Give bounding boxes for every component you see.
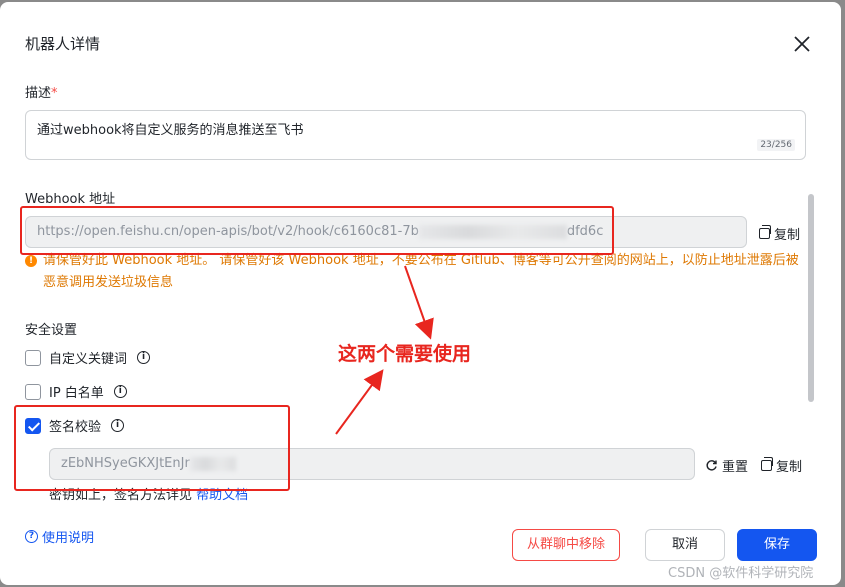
description-label: 描述* [25, 86, 58, 101]
description-value: 通过webhook将自定义服务的消息推送至飞书 [37, 123, 304, 138]
help-doc-link[interactable]: 帮助文档 [196, 488, 248, 503]
webhook-copy-button[interactable]: 复制 [759, 224, 800, 243]
warning-text: 请保管好此 Webhook 地址。 请保管好该 Webhook 地址，不要公布在… [43, 253, 799, 290]
question-icon: ? [25, 530, 38, 543]
annotation-text: 这两个需要使用 [338, 343, 472, 365]
keyword-checkbox[interactable] [25, 349, 41, 366]
webhook-url-suffix: dfd6c [566, 224, 604, 239]
warning-icon: ! [25, 255, 37, 267]
secret-copy-button[interactable]: 复制 [761, 456, 802, 475]
option-ip-whitelist[interactable]: IP 白名单 i [25, 382, 127, 401]
scrollbar-thumb[interactable] [808, 194, 814, 402]
option-keyword[interactable]: 自定义关键词 i [25, 348, 151, 367]
char-counter: 23/256 [757, 139, 795, 151]
webhook-url-prefix: https://open.feishu.cn/open-apis/bot/v2/… [37, 224, 419, 239]
copy-icon [761, 457, 773, 471]
usage-help-link[interactable]: ? 使用说明 [25, 527, 94, 546]
dialog-title: 机器人详情 [25, 35, 101, 53]
secret-reset-button[interactable]: 重置 [705, 456, 748, 475]
secret-field[interactable]: zEbNHSyeGKXJtEnJr [49, 448, 695, 480]
copy-icon [759, 225, 771, 239]
secret-hint: 密钥如上，签名方法详见 帮助文档 [49, 488, 249, 503]
cancel-button[interactable]: 取消 [645, 529, 725, 561]
webhook-url-field[interactable]: https://open.feishu.cn/open-apis/bot/v2/… [25, 216, 747, 248]
save-button[interactable]: 保存 [737, 529, 817, 561]
close-icon[interactable] [791, 33, 813, 55]
watermark: CSDN @软件科学研究院 [668, 566, 814, 581]
info-icon[interactable]: i [137, 351, 151, 364]
info-icon[interactable]: i [113, 385, 127, 398]
refresh-icon [706, 460, 717, 471]
option-signature[interactable]: 签名校验 i [25, 416, 125, 435]
secret-prefix: zEbNHSyeGKXJtEnJr [61, 456, 190, 471]
signature-checkbox[interactable] [25, 417, 41, 434]
webhook-warning: ! 请保管好此 Webhook 地址。 请保管好该 Webhook 地址，不要公… [25, 250, 810, 294]
webhook-label: Webhook 地址 [25, 192, 116, 207]
remove-from-group-button[interactable]: 从群聊中移除 [512, 529, 620, 561]
description-textarea[interactable]: 通过webhook将自定义服务的消息推送至飞书 23/256 [25, 110, 806, 160]
robot-detail-dialog: 机器人详情 描述* 通过webhook将自定义服务的消息推送至飞书 23/256… [0, 2, 841, 585]
redacted-blur [189, 456, 236, 471]
security-label: 安全设置 [25, 323, 78, 338]
ip-whitelist-checkbox[interactable] [25, 383, 41, 400]
required-mark: * [51, 86, 58, 101]
info-icon[interactable]: i [111, 419, 125, 432]
redacted-blur [418, 224, 567, 239]
